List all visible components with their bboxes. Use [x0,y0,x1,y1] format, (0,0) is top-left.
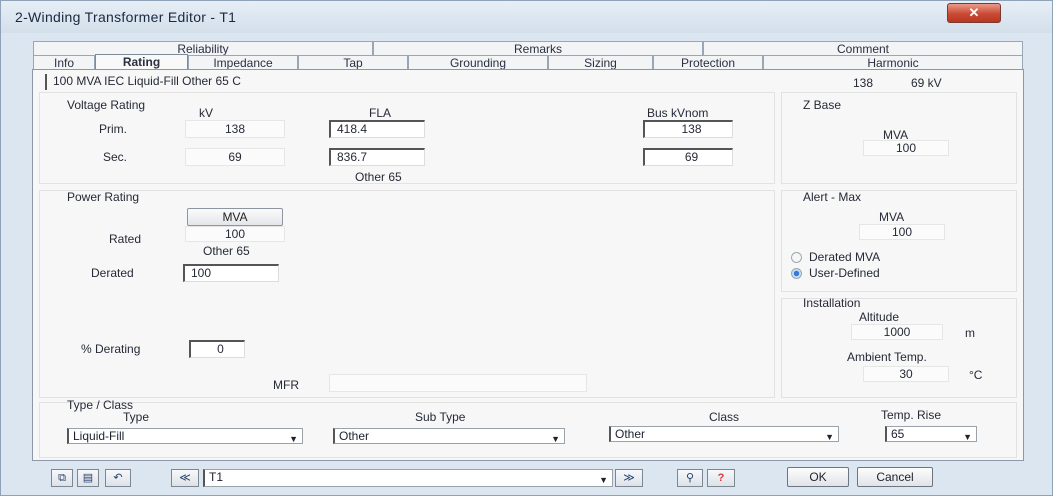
help-icon[interactable]: ? [707,469,735,487]
alert-unit: MVA [879,210,905,224]
altitude-label: Altitude [859,310,900,324]
kv-column-label: kV [199,106,214,120]
bus-kvnom-column-label: Bus kVnom [647,106,709,120]
copy-icon[interactable]: ⧉ [51,469,73,487]
rating-panel: 100 MVA IEC Liquid-Fill Other 65 C 138 6… [32,69,1024,461]
derated-mva-radio[interactable] [791,252,802,263]
subtype-dropdown-arrow-icon: ▼ [551,434,560,444]
altitude-field[interactable]: 1000 [851,324,943,340]
class-select-value: Other [615,427,646,441]
next-icon[interactable]: ≫ [615,469,643,487]
sec-fla-field[interactable]: 836.7 [329,148,425,166]
temp-rise-dropdown-arrow-icon: ▼ [963,432,972,442]
alert-max-title: Alert - Max [803,190,862,204]
fla-column-label: FLA [369,106,392,120]
sec-bus-kvnom-field[interactable]: 69 [643,148,733,166]
class-dropdown-arrow-icon: ▼ [825,432,834,442]
temp-rise-select[interactable]: 65 ▼ [885,426,977,442]
window-title: 2-Winding Transformer Editor - T1 [15,9,237,25]
paste-icon[interactable]: ▤ [77,469,99,487]
ambient-temp-label: Ambient Temp. [847,350,927,364]
class-select[interactable]: Other ▼ [609,426,839,442]
rated-label: Rated [109,232,142,246]
kv-right: 69 kV [911,76,942,90]
derated-label: Derated [91,266,134,280]
ok-button[interactable]: OK [787,467,849,487]
derated-mva-label: Derated MVA [809,250,881,264]
rated-note: Other 65 [203,244,250,258]
power-rating-title: Power Rating [67,190,140,204]
prim-bus-kvnom-field[interactable]: 138 [643,120,733,138]
type-select[interactable]: Liquid-Fill ▼ [67,428,303,444]
user-defined-radio[interactable] [791,268,802,279]
element-id-dropdown-arrow-icon: ▼ [599,475,608,485]
rated-value: 100 [185,226,285,242]
subtype-select-value: Other [339,429,370,443]
type-label: Type [123,410,150,424]
mfr-label: MFR [273,378,299,392]
sec-label: Sec. [103,150,128,164]
voltage-note: Other 65 [355,170,402,184]
undo-icon[interactable]: ↶ [105,469,131,487]
previous-icon[interactable]: ≪ [171,469,199,487]
voltage-rating-title: Voltage Rating [67,98,146,112]
element-id-select[interactable]: T1 ▼ [203,469,613,487]
power-rating-group [39,190,775,398]
sec-kv-value: 69 [185,148,285,166]
altitude-unit: m [965,326,975,340]
mva-unit-button[interactable]: MVA [187,208,283,226]
subtype-label: Sub Type [415,410,466,424]
alert-value: 100 [859,224,945,240]
pct-derating-field[interactable]: 0 [189,340,245,358]
cancel-button[interactable]: Cancel [857,467,933,487]
mfr-field[interactable] [329,374,587,392]
temp-rise-label: Temp. Rise [881,408,942,422]
kv-left: 138 [853,76,874,90]
summary-text: 100 MVA IEC Liquid-Fill Other 65 C [45,74,445,90]
transformer-editor-dialog: 2-Winding Transformer Editor - T1 ✕ Reli… [0,0,1053,496]
close-button[interactable]: ✕ [947,3,1001,23]
temp-rise-select-value: 65 [891,427,905,441]
ambient-temp-unit: °C [969,368,983,382]
installation-title: Installation [803,296,861,310]
ambient-temp-field[interactable]: 30 [863,366,949,382]
user-defined-label: User-Defined [809,266,880,280]
z-base-title: Z Base [803,98,842,112]
prim-fla-field[interactable]: 418.4 [329,120,425,138]
derated-field[interactable]: 100 [183,264,279,282]
title-bar: 2-Winding Transformer Editor - T1 ✕ [1,1,1052,33]
z-base-value: 100 [863,140,949,156]
type-select-value: Liquid-Fill [73,429,125,443]
pct-derating-label: % Derating [81,342,141,356]
find-binoculars-icon[interactable]: ⚲ [677,469,703,487]
type-dropdown-arrow-icon: ▼ [289,434,298,444]
prim-kv-value: 138 [185,120,285,138]
prim-label: Prim. [99,122,127,136]
element-id-value: T1 [209,470,224,484]
class-label: Class [709,410,740,424]
subtype-select[interactable]: Other ▼ [333,428,565,444]
